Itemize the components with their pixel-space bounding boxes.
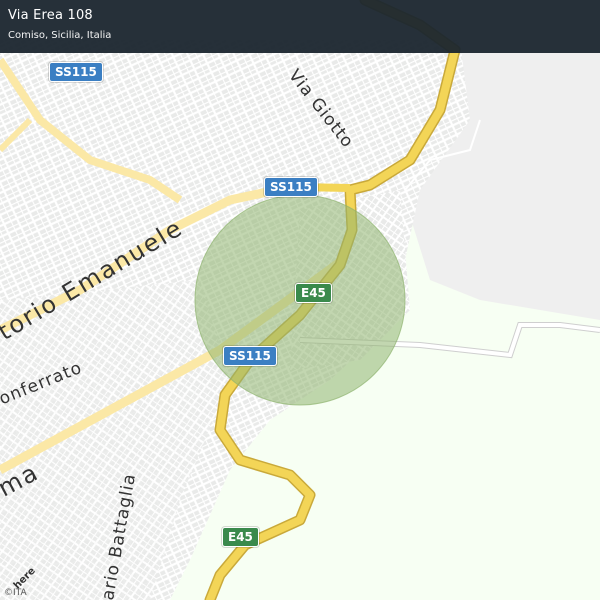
location-header: Via Erea 108 Comiso, Sicilia, Italia [0, 0, 600, 53]
route-shield-ss115-mid: SS115 [265, 178, 317, 196]
route-shield-ss115-low: SS115 [224, 347, 276, 365]
copyright-text: ©ITA [4, 588, 27, 598]
route-shield-e45-mid: E45 [296, 284, 331, 302]
location-title: Via Erea 108 [8, 8, 93, 23]
route-shield-e45-low: E45 [223, 528, 258, 546]
route-shield-ss115-top: SS115 [50, 63, 102, 81]
location-subtitle: Comiso, Sicilia, Italia [8, 30, 112, 41]
